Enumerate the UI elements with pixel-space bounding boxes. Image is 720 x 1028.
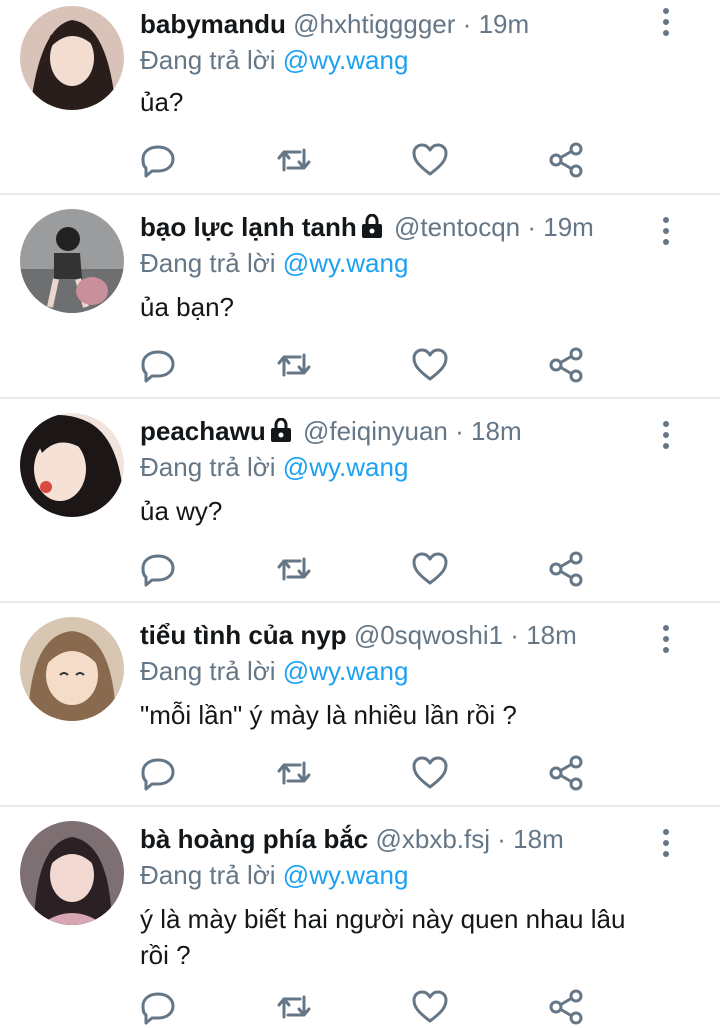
more-icon[interactable] bbox=[660, 8, 672, 40]
reply-icon[interactable] bbox=[138, 140, 178, 180]
separator: · bbox=[527, 212, 537, 242]
replying-to: Đang trả lời @wy.wang bbox=[140, 857, 408, 893]
separator: · bbox=[497, 824, 506, 854]
reply-icon[interactable] bbox=[138, 987, 178, 1027]
replying-label: Đang trả lời bbox=[140, 452, 276, 482]
more-icon[interactable] bbox=[660, 217, 672, 249]
tweet-text: ủa wy? bbox=[140, 496, 223, 526]
share-icon[interactable] bbox=[546, 345, 586, 385]
timestamp: 18m bbox=[471, 416, 522, 446]
tweet-text: ý là mày biết hai người này quen nhau lâ… bbox=[140, 904, 626, 970]
user-handle[interactable]: @0sqwoshi1 bbox=[354, 620, 503, 650]
lock-icon bbox=[270, 418, 291, 442]
replying-to: Đang trả lời @wy.wang bbox=[140, 449, 408, 485]
mention-link[interactable]: @wy.wang bbox=[283, 452, 409, 482]
action-bar bbox=[0, 753, 720, 793]
replying-to: Đang trả lời @wy.wang bbox=[140, 653, 408, 689]
more-icon[interactable] bbox=[660, 421, 672, 453]
lock-icon bbox=[361, 214, 382, 238]
timestamp: 19m bbox=[478, 9, 530, 39]
avatar[interactable] bbox=[20, 821, 124, 925]
avatar[interactable] bbox=[20, 413, 124, 517]
mention-link[interactable]: @wy.wang bbox=[283, 248, 409, 278]
tweet-text: ủa? bbox=[140, 87, 184, 117]
action-bar bbox=[0, 140, 720, 180]
timestamp: 19m bbox=[543, 212, 594, 242]
like-icon[interactable] bbox=[410, 345, 450, 385]
tweet[interactable]: peachawu @feiqinyuan · 18m Đang trả lời … bbox=[0, 399, 720, 603]
mention-link[interactable]: @wy.wang bbox=[283, 656, 409, 686]
action-bar bbox=[0, 987, 720, 1027]
retweet-icon[interactable] bbox=[274, 987, 314, 1027]
more-icon[interactable] bbox=[660, 625, 672, 657]
separator: · bbox=[510, 620, 519, 650]
user-handle[interactable]: @tentocqn bbox=[394, 212, 520, 242]
share-icon[interactable] bbox=[546, 987, 586, 1027]
display-name[interactable]: babymandu bbox=[140, 9, 286, 39]
share-icon[interactable] bbox=[546, 140, 586, 180]
user-handle[interactable]: @xbxb.fsj bbox=[375, 824, 490, 854]
like-icon[interactable] bbox=[410, 140, 450, 180]
display-name[interactable]: tiểu tình của nyp bbox=[140, 620, 347, 650]
avatar-image bbox=[20, 617, 124, 721]
avatar-image bbox=[20, 413, 124, 517]
timestamp: 18m bbox=[526, 620, 577, 650]
tweet-text: ủa bạn? bbox=[140, 292, 234, 322]
separator: · bbox=[462, 9, 472, 39]
tweet-text: "mỗi lần" ý mày là nhiều lần rồi ? bbox=[140, 700, 517, 730]
share-icon[interactable] bbox=[546, 549, 586, 589]
avatar-image bbox=[20, 6, 124, 110]
user-handle[interactable]: @feiqinyuan bbox=[303, 416, 448, 446]
tweet[interactable]: babymandu @hxhtigggger · 19m Đang trả lờ… bbox=[0, 0, 720, 195]
avatar-image bbox=[20, 209, 124, 313]
like-icon[interactable] bbox=[410, 987, 450, 1027]
replying-to: Đang trả lời @wy.wang bbox=[140, 42, 408, 78]
user-handle[interactable]: @hxhtigggger bbox=[293, 9, 455, 39]
action-bar bbox=[0, 345, 720, 385]
tweet[interactable]: bà hoàng phía bắc @xbxb.fsj · 18m Đang t… bbox=[0, 807, 720, 1028]
retweet-icon[interactable] bbox=[274, 549, 314, 589]
reply-icon[interactable] bbox=[138, 549, 178, 589]
action-bar bbox=[0, 549, 720, 589]
replying-label: Đang trả lời bbox=[140, 248, 276, 278]
mention-link[interactable]: @wy.wang bbox=[283, 45, 409, 75]
replying-label: Đang trả lời bbox=[140, 45, 276, 75]
separator: · bbox=[455, 416, 464, 446]
retweet-icon[interactable] bbox=[274, 345, 314, 385]
display-name[interactable]: bà hoàng phía bắc bbox=[140, 824, 368, 854]
reply-icon[interactable] bbox=[138, 345, 178, 385]
mention-link[interactable]: @wy.wang bbox=[283, 860, 409, 890]
replying-label: Đang trả lời bbox=[140, 656, 276, 686]
avatar[interactable] bbox=[20, 6, 124, 110]
like-icon[interactable] bbox=[410, 753, 450, 793]
replying-to: Đang trả lời @wy.wang bbox=[140, 245, 408, 281]
more-icon[interactable] bbox=[660, 829, 672, 861]
retweet-icon[interactable] bbox=[274, 140, 314, 180]
avatar-image bbox=[20, 821, 124, 925]
tweet[interactable]: bạo lực lạnh tanh @tentocqn · 19m Đang t… bbox=[0, 195, 720, 399]
avatar[interactable] bbox=[20, 209, 124, 313]
retweet-icon[interactable] bbox=[274, 753, 314, 793]
timestamp: 18m bbox=[513, 824, 564, 854]
display-name[interactable]: peachawu bbox=[140, 416, 266, 446]
avatar[interactable] bbox=[20, 617, 124, 721]
tweet[interactable]: tiểu tình của nyp @0sqwoshi1 · 18m Đang … bbox=[0, 603, 720, 807]
reply-icon[interactable] bbox=[138, 753, 178, 793]
like-icon[interactable] bbox=[410, 549, 450, 589]
share-icon[interactable] bbox=[546, 753, 586, 793]
display-name[interactable]: bạo lực lạnh tanh bbox=[140, 212, 357, 242]
replying-label: Đang trả lời bbox=[140, 860, 276, 890]
